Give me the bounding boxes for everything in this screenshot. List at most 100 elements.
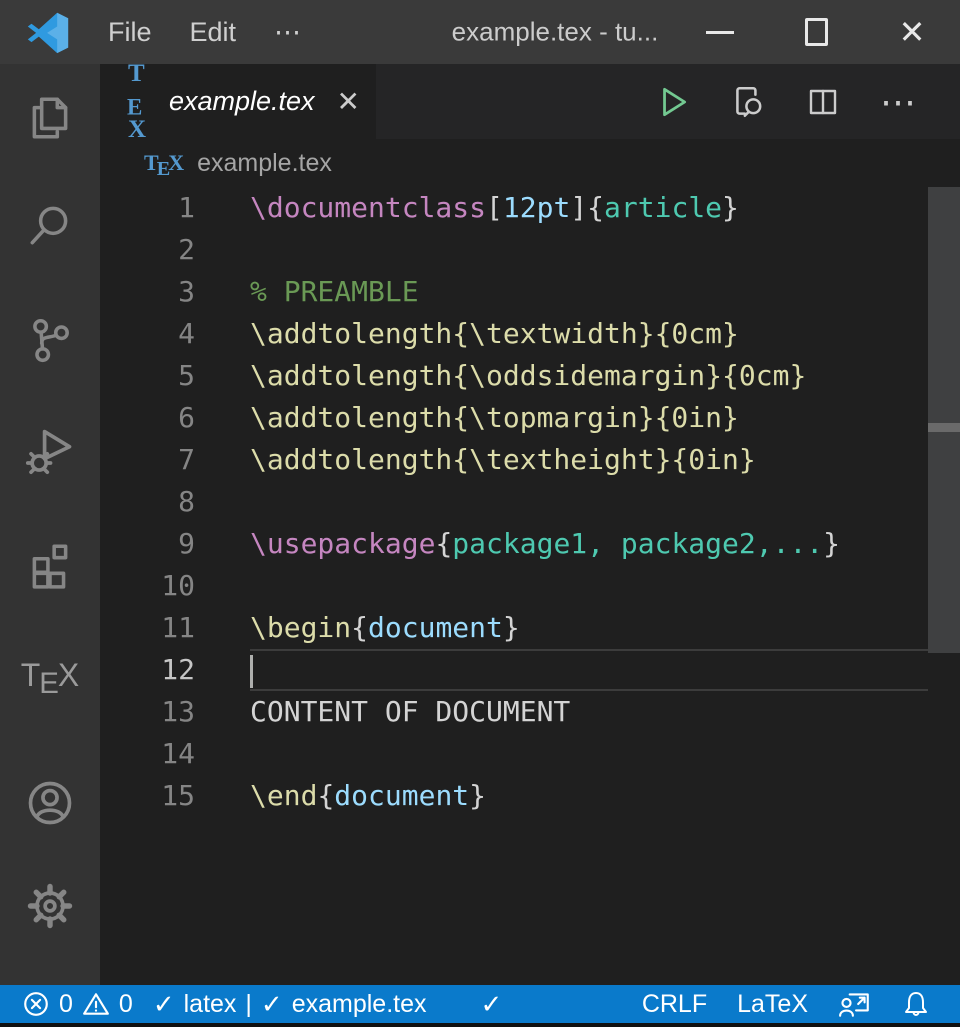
activitybar-explorer[interactable] <box>0 78 100 158</box>
linter-status[interactable]: ✓ latex | ✓ example.tex <box>153 989 427 1020</box>
linted-file: example.tex <box>292 990 427 1019</box>
code-token: \addtolength{\textheight}{0in} <box>250 443 756 476</box>
line-number: 9 <box>100 523 195 565</box>
code-line[interactable]: 14 <box>100 733 960 775</box>
tab-example-tex[interactable]: TEX example.tex ✕ <box>100 64 376 139</box>
scrollbar-slider[interactable] <box>928 187 960 653</box>
ellipsis-icon: ⋯ <box>880 84 918 120</box>
close-button[interactable]: ✕ <box>864 0 960 64</box>
split-editor-icon <box>806 85 840 119</box>
check-icon: ✓ <box>261 989 283 1020</box>
build-latex-button[interactable] <box>656 84 690 120</box>
editor-actions: ⋯ <box>656 64 960 139</box>
activitybar-extensions[interactable] <box>0 526 100 606</box>
breadcrumb-file[interactable]: example.tex <box>197 149 332 178</box>
line-number: 14 <box>100 733 195 775</box>
code-line-content: \usepackage{package1, package2,...} <box>250 523 960 565</box>
activitybar-source-control[interactable] <box>0 300 100 380</box>
code-token: document <box>334 779 469 812</box>
code-line[interactable]: 3% PREAMBLE <box>100 271 960 313</box>
tex-icon: TEX <box>21 657 80 694</box>
code-token: [ <box>486 191 503 224</box>
build-status[interactable]: ✓ <box>481 989 503 1020</box>
problems-indicator[interactable]: 0 0 <box>22 990 133 1019</box>
activitybar-run-debug[interactable] <box>0 410 100 490</box>
tab-bar: TEX example.tex ✕ ⋯ <box>100 64 960 139</box>
code-line-content: \addtolength{\topmargin}{0in} <box>250 397 960 439</box>
code-line[interactable]: 9 \usepackage{package1, package2,...} <box>100 523 960 565</box>
minimize-button[interactable] <box>672 0 768 64</box>
window-title: example.tex - tu... <box>452 17 659 48</box>
tex-file-icon: TEX <box>144 150 183 176</box>
notifications-button[interactable] <box>902 989 930 1019</box>
more-actions-button[interactable]: ⋯ <box>880 84 918 120</box>
code-line[interactable]: 2 <box>100 229 960 271</box>
code-line[interactable]: 11\begin{document} <box>100 607 960 649</box>
minimize-icon <box>706 31 734 34</box>
language-mode[interactable]: LaTeX <box>737 990 808 1019</box>
code-line[interactable]: 7 \addtolength{\textheight}{0in} <box>100 439 960 481</box>
debug-icon <box>24 424 76 476</box>
code-line[interactable]: 1\documentclass[12pt]{article} <box>100 187 960 229</box>
split-editor-button[interactable] <box>806 85 840 119</box>
line-number: 7 <box>100 439 195 481</box>
activitybar-settings[interactable] <box>0 866 100 946</box>
error-icon <box>22 990 50 1018</box>
source-control-icon <box>25 315 75 365</box>
code-line[interactable]: 13CONTENT OF DOCUMENT <box>100 691 960 733</box>
code-line[interactable]: 6\addtolength{\topmargin}{0in} <box>100 397 960 439</box>
menu-bar: File Edit ⋯ <box>108 17 301 48</box>
breadcrumb[interactable]: TEX example.tex <box>100 139 960 187</box>
preview-magnifier-icon <box>730 84 766 120</box>
code-line[interactable]: 15\end{document} <box>100 775 960 817</box>
check-icon: ✓ <box>481 989 503 1020</box>
search-icon <box>25 200 75 250</box>
code-line-content <box>250 733 960 775</box>
run-icon <box>656 84 690 120</box>
code-token: CONTENT OF DOCUMENT <box>250 695 570 728</box>
line-number: 1 <box>100 187 195 229</box>
code-line-content: \addtolength{\textwidth}{0cm} <box>250 313 960 355</box>
line-number: 2 <box>100 229 195 271</box>
code-line[interactable]: 5 \addtolength{\oddsidemargin}{0cm} <box>100 355 960 397</box>
menu-more[interactable]: ⋯ <box>274 17 301 48</box>
code-line-content <box>250 565 960 607</box>
line-number: 5 <box>100 355 195 397</box>
line-number: 4 <box>100 313 195 355</box>
menu-file[interactable]: File <box>108 17 152 48</box>
warning-icon <box>82 990 110 1018</box>
code-token: 12pt <box>503 191 570 224</box>
account-icon <box>24 777 76 829</box>
code-line[interactable]: 4 \addtolength{\textwidth}{0cm} <box>100 313 960 355</box>
eol-indicator[interactable]: CRLF <box>642 990 707 1019</box>
menu-edit[interactable]: Edit <box>190 17 237 48</box>
activitybar-accounts[interactable] <box>0 763 100 843</box>
tab-close-icon[interactable]: ✕ <box>337 85 360 118</box>
code-token: { <box>351 611 368 644</box>
error-count: 0 <box>59 990 73 1019</box>
code-line-content: % PREAMBLE <box>250 271 960 313</box>
code-line-content <box>250 481 960 523</box>
close-icon: ✕ <box>899 13 926 51</box>
gear-icon <box>24 880 76 932</box>
maximize-icon <box>805 18 828 46</box>
view-pdf-button[interactable] <box>730 84 766 120</box>
maximize-button[interactable] <box>768 0 864 64</box>
code-token: \addtolength{\oddsidemargin}{0cm} <box>250 359 806 392</box>
code-line[interactable]: 10 <box>100 565 960 607</box>
warning-count: 0 <box>119 990 133 1019</box>
code-line[interactable]: 12 <box>100 649 960 691</box>
live-share-button[interactable] <box>838 989 872 1019</box>
activitybar-latex-workshop[interactable]: TEX <box>0 635 100 715</box>
separator: | <box>245 990 252 1019</box>
code-token: } <box>503 611 520 644</box>
code-line[interactable]: 8 <box>100 481 960 523</box>
code-editor[interactable]: 1\documentclass[12pt]{article}23% PREAMB… <box>100 187 960 985</box>
code-line-content <box>250 649 928 691</box>
tab-label: example.tex <box>169 86 315 117</box>
live-share-icon <box>838 989 872 1019</box>
title-bar: File Edit ⋯ example.tex - tu... ✕ <box>0 0 960 64</box>
code-token: \end <box>250 779 317 812</box>
activitybar-search[interactable] <box>0 185 100 265</box>
scrollbar[interactable] <box>928 187 960 985</box>
